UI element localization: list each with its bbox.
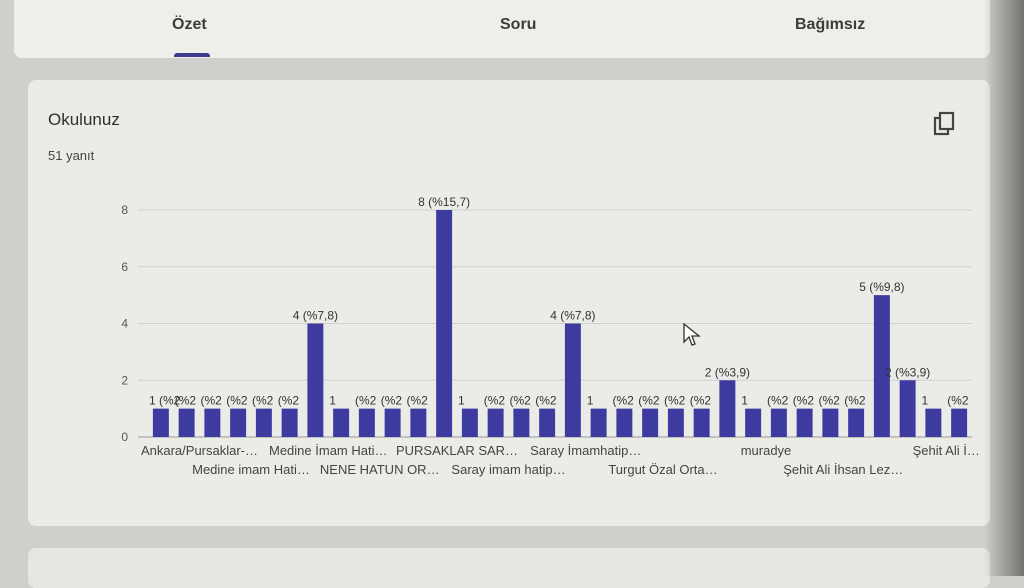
data-label: (%2 — [226, 394, 248, 408]
bar — [513, 408, 530, 437]
data-label: (%2 — [510, 394, 532, 408]
data-label: (%2 — [252, 394, 274, 408]
data-label: (%2 — [381, 394, 403, 408]
x-category-label: Şehit Ali İhsan Lez… — [783, 462, 903, 477]
bar — [307, 323, 324, 437]
data-label: 4 (%7,8) — [550, 309, 595, 323]
x-category-label: NENE HATUN OR… — [320, 462, 440, 477]
data-label: (%2 — [638, 394, 660, 408]
bar — [358, 408, 375, 437]
bar — [642, 408, 659, 437]
bar — [487, 408, 504, 437]
bar — [178, 408, 195, 437]
bar — [461, 408, 478, 437]
data-label: (%2 — [767, 394, 789, 408]
data-label: (%2 — [535, 394, 557, 408]
data-label: (%2 — [819, 394, 841, 408]
data-label: 2 (%3,9) — [885, 365, 930, 379]
data-label: 1 — [922, 394, 929, 408]
data-label: (%2 — [844, 394, 866, 408]
data-label: (%2 — [484, 394, 506, 408]
data-label: (%2 — [201, 394, 223, 408]
bar — [204, 408, 221, 437]
x-category-label: PURSAKLAR SAR… — [396, 443, 518, 458]
data-label: 1 — [329, 394, 336, 408]
data-label: (%2 — [690, 394, 712, 408]
bar — [152, 408, 169, 437]
bar — [590, 408, 607, 437]
mouse-cursor-icon — [683, 323, 701, 346]
data-label: (%2 — [278, 394, 300, 408]
y-tick-label: 8 — [121, 203, 128, 217]
x-category-label: Medine İmam Hati… — [269, 443, 387, 458]
bar — [951, 408, 968, 437]
bar — [899, 380, 916, 437]
x-category-label: Şehit Ali İ… — [913, 443, 980, 458]
y-tick-label: 6 — [121, 260, 128, 274]
bar — [539, 408, 556, 437]
bar — [667, 408, 684, 437]
data-label: 2 (%3,9) — [705, 365, 750, 379]
x-category-label: Ankara/Pursaklar-… — [141, 443, 258, 458]
next-question-card — [28, 548, 990, 588]
bar — [333, 408, 350, 437]
bar — [564, 323, 581, 437]
bar — [384, 408, 401, 437]
data-label: 8 (%15,7) — [418, 195, 470, 209]
x-category-label: Turgut Özal Orta… — [608, 462, 717, 477]
bar — [822, 408, 839, 437]
bar — [745, 408, 762, 437]
data-label: 1 — [741, 394, 748, 408]
data-label: (%2 — [664, 394, 686, 408]
data-label: 4 (%7,8) — [293, 309, 338, 323]
bar — [925, 408, 942, 437]
data-label: 1 — [587, 394, 594, 408]
bar — [796, 408, 813, 437]
bar — [410, 408, 427, 437]
y-tick-label: 2 — [121, 373, 128, 387]
data-label: (%2 — [355, 394, 377, 408]
data-label: 5 (%9,8) — [859, 280, 904, 294]
y-tick-label: 0 — [121, 430, 128, 444]
bar — [230, 408, 247, 437]
bar — [848, 408, 865, 437]
y-tick-label: 4 — [121, 317, 128, 331]
bar — [719, 380, 736, 437]
bar — [436, 210, 453, 437]
data-label: (%2 — [793, 394, 815, 408]
x-category-label: Saray İmamhatip… — [530, 443, 641, 458]
data-label: (%2 — [947, 394, 969, 408]
bar — [281, 408, 298, 437]
data-label: (%2 — [613, 394, 635, 408]
data-label: 1 — [458, 394, 465, 408]
bar — [616, 408, 633, 437]
data-label: (%2 — [175, 394, 197, 408]
data-label: (%2 — [407, 394, 429, 408]
bar — [255, 408, 272, 437]
bar — [770, 408, 787, 437]
x-category-label: Saray imam hatip… — [451, 462, 565, 477]
x-category-label: muradye — [741, 443, 792, 458]
bar — [693, 408, 710, 437]
bar-chart: 024681 (%2(%2 (%2 (%2 (%2 (%24 (%7,8)1 (%2 (%2… — [121, 195, 980, 477]
x-category-label: Medine imam Hati… — [192, 462, 310, 477]
